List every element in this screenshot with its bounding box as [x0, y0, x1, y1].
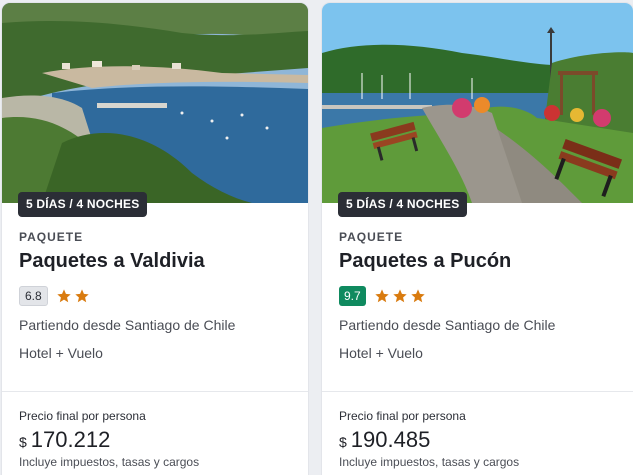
package-card-valdivia[interactable]: 5 DÍAS / 4 NOCHES PAQUETE Paquetes a Val…: [2, 3, 308, 475]
package-includes: Hotel + Vuelo: [19, 345, 103, 361]
duration-badge: 5 DÍAS / 4 NOCHES: [18, 192, 148, 217]
package-title[interactable]: Paquetes a Pucón: [339, 250, 511, 273]
star-icon: [393, 289, 407, 303]
taxes-note: Incluye impuestos, tasas y cargos: [19, 455, 200, 469]
destination-photo[interactable]: [322, 3, 633, 203]
package-type-label: PAQUETE: [19, 230, 84, 244]
lake-park-photo-icon: [322, 3, 633, 203]
rating-row: 9.7: [339, 286, 426, 306]
review-score-badge: 9.7: [339, 286, 366, 306]
review-score-badge: 6.8: [19, 286, 48, 306]
coastal-bay-photo-icon: [2, 3, 308, 203]
package-type-label: PAQUETE: [339, 230, 404, 244]
currency-symbol: $: [19, 434, 27, 450]
hotel-stars: [374, 288, 426, 304]
package-title[interactable]: Paquetes a Valdivia: [19, 250, 205, 273]
taxes-note: Incluye impuestos, tasas y cargos: [339, 455, 520, 469]
price: $ 190.485: [339, 427, 430, 453]
star-icon: [75, 289, 89, 303]
price-label: Precio final por persona: [19, 409, 146, 423]
star-icon: [411, 289, 425, 303]
star-icon: [57, 289, 71, 303]
price-amount: 170.212: [30, 427, 111, 452]
price-amount: 190.485: [350, 427, 431, 452]
destination-photo[interactable]: [2, 3, 308, 203]
hotel-stars: [56, 288, 90, 304]
origin-text: Partiendo desde Santiago de Chile: [339, 317, 556, 333]
duration-badge: 5 DÍAS / 4 NOCHES: [338, 192, 468, 217]
divider: [2, 391, 308, 392]
origin-text: Partiendo desde Santiago de Chile: [19, 317, 236, 333]
currency-symbol: $: [339, 434, 347, 450]
price-label: Precio final por persona: [339, 409, 466, 423]
rating-row: 6.8: [19, 286, 90, 306]
package-card-pucon[interactable]: 5 DÍAS / 4 NOCHES PAQUETE Paquetes a Puc…: [322, 3, 633, 475]
divider: [322, 391, 633, 392]
package-includes: Hotel + Vuelo: [339, 345, 423, 361]
star-icon: [375, 289, 389, 303]
price: $ 170.212: [19, 427, 110, 453]
